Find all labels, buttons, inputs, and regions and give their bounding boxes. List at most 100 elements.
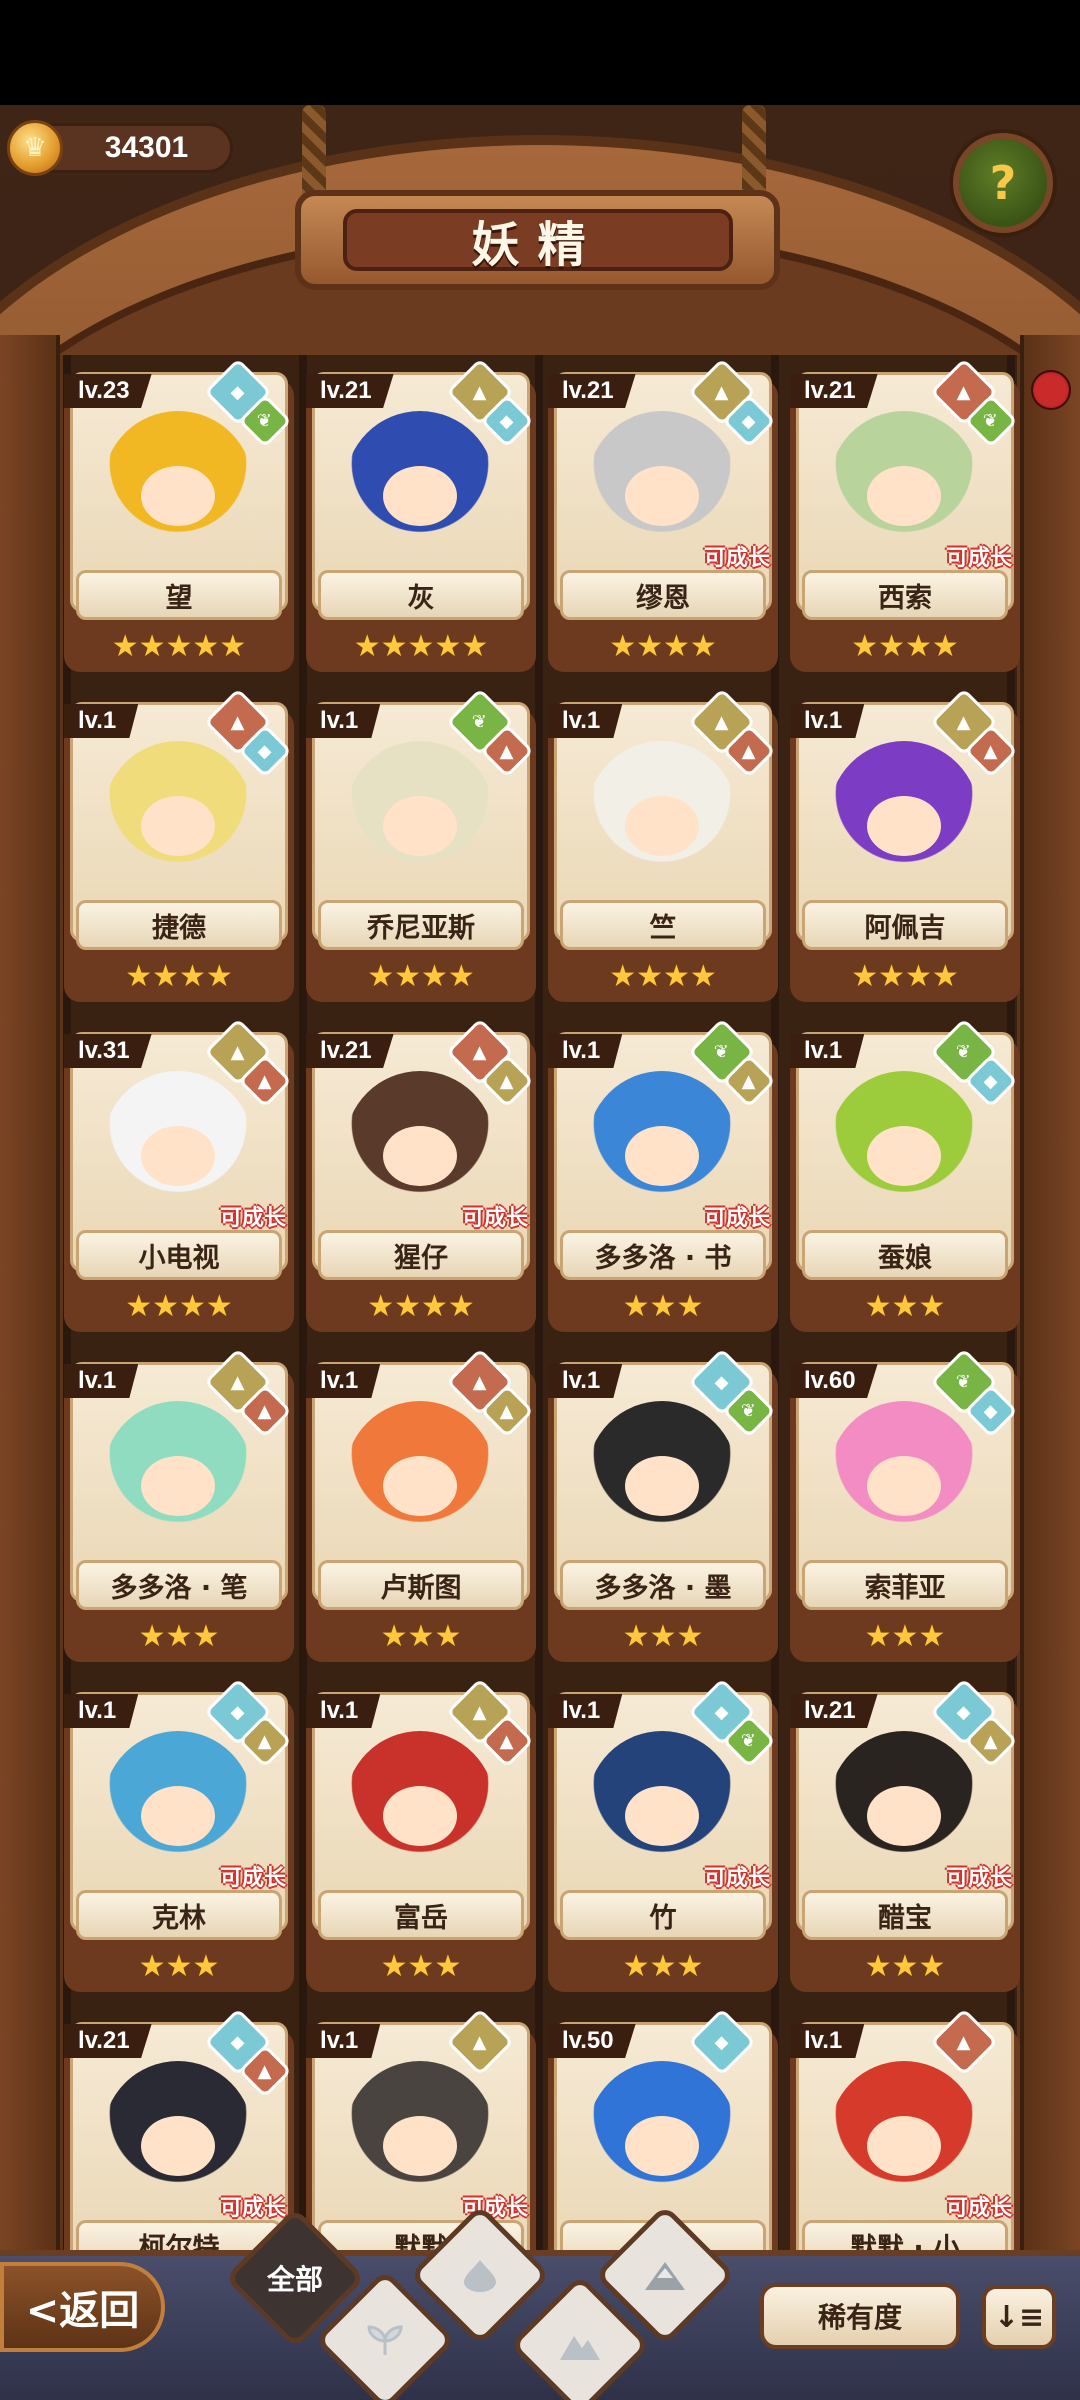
fairy-card[interactable]: lv.60 ❦ ◆ 索菲亚 ★★★ bbox=[790, 1348, 1020, 1662]
fairy-card[interactable]: lv.1 ◆ ❦ 多多洛 · 墨 ★★★ bbox=[548, 1348, 778, 1662]
star-rating: ★★★★ bbox=[796, 626, 1014, 666]
star-rating: ★★★ bbox=[312, 1946, 530, 1986]
fairy-name: 克林 bbox=[152, 1902, 206, 1934]
fairy-card[interactable]: lv.1 ▲ ◆ 捷德 ★★★★ bbox=[64, 688, 294, 1002]
fairy-grid: lv.23 ◆ ❦ 望 ★★★★★ lv.21 ▲ ◆ 灰 ★★★★★ lv.21 ▲ ◆ 可成长 缪恩 ★★… bbox=[64, 358, 1020, 2322]
fairy-portrait bbox=[829, 1731, 979, 1881]
fairy-name: 阿佩吉 bbox=[864, 912, 946, 944]
level-tag: lv.1 bbox=[548, 1694, 623, 1728]
fairy-card[interactable]: lv.21 ▲ ▲ 可成长 猩仔 ★★★★ bbox=[306, 1018, 536, 1332]
star-rating: ★★★★ bbox=[312, 956, 530, 996]
fairy-card[interactable]: lv.1 ◆ ❦ 可成长竹 ★★★ bbox=[548, 1678, 778, 1992]
name-ribbon: 多多洛 · 墨 bbox=[560, 1560, 766, 1610]
star-icons: ★★★★ bbox=[609, 958, 717, 994]
name-ribbon: 望 bbox=[76, 570, 282, 620]
fairy-portrait bbox=[103, 411, 253, 561]
fairy-portrait bbox=[103, 1731, 253, 1881]
fairy-card[interactable]: lv.21 ▲ ◆ 灰 ★★★★★ bbox=[306, 358, 536, 672]
star-icons: ★★★ bbox=[138, 1618, 220, 1654]
sort-order-button[interactable]: ↓≡ bbox=[982, 2285, 1056, 2349]
star-rating: ★★★ bbox=[554, 1286, 772, 1326]
fairy-card[interactable]: lv.1 ◆ ▲ 可成长 克林 ★★★ bbox=[64, 1678, 294, 1992]
growable-tag: 可成长 bbox=[703, 546, 770, 571]
level-tag: lv.1 bbox=[306, 1694, 381, 1728]
level-tag: lv.21 bbox=[306, 374, 394, 408]
fairy-name: 多多洛 · 笔 bbox=[110, 1572, 248, 1604]
fairy-card[interactable]: lv.31 ▲ ▲ 可成长 小电视 ★★★★ bbox=[64, 1018, 294, 1332]
fairy-portrait bbox=[345, 411, 495, 561]
star-rating: ★★★ bbox=[312, 1616, 530, 1656]
cabinet-pillar-right bbox=[1020, 335, 1080, 2400]
star-rating: ★★★ bbox=[70, 1616, 288, 1656]
star-icons: ★★★ bbox=[622, 1948, 704, 1984]
fairy-name: 西索 bbox=[878, 582, 932, 614]
level-tag: lv.1 bbox=[306, 1364, 381, 1398]
level-tag: lv.23 bbox=[64, 374, 152, 408]
star-icons: ★★★★ bbox=[609, 628, 717, 664]
sort-icon: ↓≡ bbox=[993, 2299, 1045, 2335]
back-label: <返回 bbox=[25, 2288, 140, 2334]
fairy-portrait bbox=[103, 741, 253, 891]
sprout-icon bbox=[367, 2325, 403, 2355]
level-tag: lv.1 bbox=[64, 1364, 139, 1398]
fairy-card[interactable]: lv.1 ❦ ◆ 蚕娘 ★★★ bbox=[790, 1018, 1020, 1332]
fairy-name: 捷德 bbox=[152, 912, 206, 944]
fairy-portrait bbox=[103, 1071, 253, 1221]
growable-tag: 可成长 bbox=[945, 2196, 1012, 2221]
fairy-card[interactable]: lv.1 ▲ ▲ 卢斯图 ★★★ bbox=[306, 1348, 536, 1662]
star-rating: ★★★ bbox=[70, 1946, 288, 1986]
help-button[interactable]: ? bbox=[953, 133, 1053, 233]
star-icons: ★★★★★ bbox=[111, 628, 247, 664]
fairy-name: 猩仔 bbox=[394, 1242, 448, 1274]
star-icons: ★★★★ bbox=[367, 958, 475, 994]
star-rating: ★★★★ bbox=[554, 626, 772, 666]
star-rating: ★★★★ bbox=[70, 956, 288, 996]
growable-tag: 可成长 bbox=[703, 1866, 770, 1891]
fairy-card[interactable]: lv.21 ▲ ◆ 可成长 缪恩 ★★★★ bbox=[548, 358, 778, 672]
name-ribbon: 索菲亚 bbox=[802, 1560, 1008, 1610]
star-icons: ★★★ bbox=[380, 1948, 462, 1984]
level-tag: lv.1 bbox=[64, 1694, 139, 1728]
level-tag: lv.1 bbox=[790, 704, 865, 738]
fairy-portrait bbox=[103, 1401, 253, 1551]
level-tag: lv.21 bbox=[306, 1034, 394, 1068]
star-rating: ★★★ bbox=[796, 1286, 1014, 1326]
level-tag: lv.21 bbox=[790, 374, 878, 408]
fairy-card[interactable]: lv.21 ▲ ❦ 可成长 西索 ★★★★ bbox=[790, 358, 1020, 672]
filter-all-label: 全部 bbox=[266, 2262, 324, 2296]
fairy-card[interactable]: lv.1 ▲ ▲ 多多洛 · 笔 ★★★ bbox=[64, 1348, 294, 1662]
growable-tag: 可成长 bbox=[945, 1866, 1012, 1891]
cabinet-pillar-left bbox=[0, 335, 60, 2400]
fairy-card[interactable]: lv.1 ▲ ▲ 竺 ★★★★ bbox=[548, 688, 778, 1002]
fairy-portrait bbox=[103, 2061, 253, 2211]
growable-tag: 可成长 bbox=[945, 546, 1012, 571]
fairy-card[interactable]: lv.23 ◆ ❦ 望 ★★★★★ bbox=[64, 358, 294, 672]
fairy-card[interactable]: lv.1 ❦ ▲ 乔尼亚斯 ★★★★ bbox=[306, 688, 536, 1002]
star-icons: ★★★★ bbox=[125, 1288, 233, 1324]
fairy-portrait bbox=[587, 2061, 737, 2211]
rarity-sort-button[interactable]: 稀有度 bbox=[760, 2283, 960, 2349]
fairy-portrait bbox=[345, 741, 495, 891]
name-ribbon: 西索 bbox=[802, 570, 1008, 620]
status-bar bbox=[0, 0, 1080, 105]
name-ribbon: 醋宝 bbox=[802, 1890, 1008, 1940]
growable-tag: 可成长 bbox=[219, 2196, 286, 2221]
water-drop-icon bbox=[464, 2260, 496, 2292]
fairy-card[interactable]: lv.1 ▲ ▲ 富岳 ★★★ bbox=[306, 1678, 536, 1992]
back-button[interactable]: <返回 bbox=[0, 2262, 165, 2352]
star-rating: ★★★★ bbox=[796, 956, 1014, 996]
level-tag: lv.1 bbox=[790, 2024, 865, 2058]
fairy-portrait bbox=[829, 741, 979, 891]
name-ribbon: 多多洛 · 笔 bbox=[76, 1560, 282, 1610]
star-rating: ★★★ bbox=[554, 1616, 772, 1656]
fairy-portrait bbox=[587, 741, 737, 891]
fairy-name: 缪恩 bbox=[636, 582, 690, 614]
name-ribbon: 阿佩吉 bbox=[802, 900, 1008, 950]
fairy-card[interactable]: lv.1 ❦ ▲ 可成长 多多洛 · 书 ★★★ bbox=[548, 1018, 778, 1332]
ladybug-icon[interactable] bbox=[1031, 370, 1071, 410]
fairy-card[interactable]: lv.1 ▲ ▲ 阿佩吉 ★★★★ bbox=[790, 688, 1020, 1002]
star-icons: ★★★ bbox=[864, 1288, 946, 1324]
fairy-portrait bbox=[587, 1401, 737, 1551]
star-icons: ★★★★ bbox=[851, 958, 959, 994]
fairy-card[interactable]: lv.21 ◆ ▲ 可成长 醋宝 ★★★ bbox=[790, 1678, 1020, 1992]
